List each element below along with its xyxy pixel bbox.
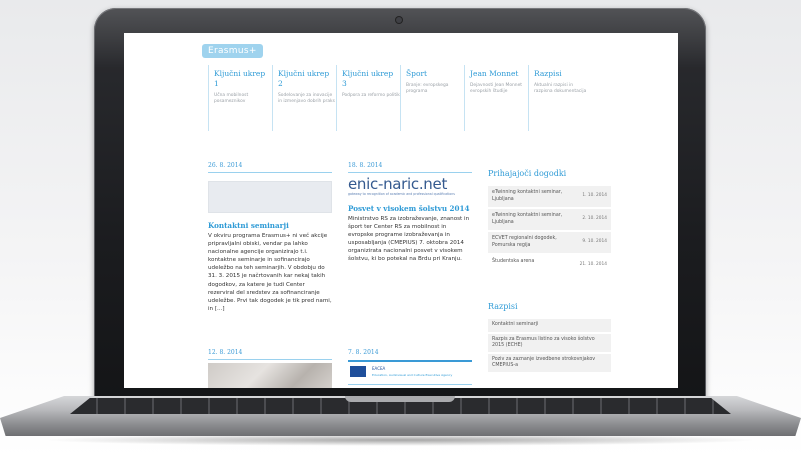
nav-title: Ključni ukrep 1	[214, 69, 266, 88]
nav-title: Ključni ukrep 2	[278, 69, 330, 88]
event-date: 2. 10. 2014	[582, 216, 607, 221]
nav-desc: Učna mobilnost posameznikov	[214, 93, 249, 104]
news-body: Ministrstvo RS za izobraževanje, znanost…	[348, 216, 470, 263]
eacea-sub: Education, Audiovisual and Culture Execu…	[372, 373, 453, 377]
laptop-screen: Erasmus+ Ključni ukrep 1 Učna mobilnost …	[124, 33, 678, 388]
nav-item-kljucni-ukrep-3[interactable]: Ključni ukrep 3 Podpora za reformo polit…	[336, 65, 400, 131]
nav-item-sport[interactable]: Šport Branje: evropskega programa	[400, 65, 464, 131]
news-date: 12. 8. 2014	[208, 349, 243, 356]
nav-desc: Sodelovanje za inovacije in izmenjavo do…	[278, 93, 335, 104]
nav-desc: Podpora za reformo politik	[342, 93, 400, 98]
events-heading: Prihajajoči dogodki	[488, 169, 567, 178]
tender-item[interactable]: Kontaktni seminarji	[488, 319, 611, 332]
nav-title: Jean Monnet	[470, 69, 519, 78]
tender-text: Kontaktni seminarji	[492, 322, 539, 327]
event-item[interactable]: eTwinning kontaktni seminar, Ljubljana 2…	[488, 209, 611, 230]
nav-item-kljucni-ukrep-1[interactable]: Ključni ukrep 1 Učna mobilnost posamezni…	[208, 65, 272, 131]
erasmus-logo[interactable]: Erasmus+	[202, 44, 263, 58]
tender-text: Poziv za zaznanje izvedbene strokovnjako…	[492, 357, 596, 369]
nav-item-jean-monnet[interactable]: Jean Monnet Dejavnosti Jean Monnet evrop…	[464, 65, 528, 131]
event-date: 1. 10. 2014	[582, 193, 607, 198]
camera-icon	[396, 17, 402, 23]
news-image-placeholder[interactable]	[208, 181, 332, 213]
news-date: 26. 8. 2014	[208, 162, 243, 169]
news-photo[interactable]	[208, 363, 332, 388]
tender-text: Razpis za Erasmus listino za visoko šols…	[492, 337, 595, 349]
event-text: eTwinning kontaktni seminar, Ljubljana	[492, 190, 563, 202]
event-item[interactable]: eTwinning kontaktni seminar, Ljubljana 1…	[488, 186, 611, 207]
divider	[348, 172, 472, 173]
news-body: V okviru programa Erasmus+ ni več akcije…	[208, 233, 332, 312]
tenders-heading: Razpisi	[488, 302, 518, 311]
news-column-2-next: 7. 8. 2014 EACEA Education, Audiovisual …	[348, 349, 472, 385]
enic-logo-text: enic-naric.net	[348, 175, 448, 193]
divider	[208, 172, 332, 173]
nav-desc: Branje: evropskega programa	[406, 83, 449, 94]
news-title[interactable]: Posvet v visokem šolstvu 2014	[348, 204, 472, 213]
nav-title: Razpisi	[534, 69, 562, 78]
event-item[interactable]: ECVET regionalni dogodek, Pomurska regij…	[488, 232, 611, 253]
nav-item-kljucni-ukrep-2[interactable]: Ključni ukrep 2 Sodelovanje za inovacije…	[272, 65, 336, 131]
divider	[208, 359, 332, 360]
nav-title: Šport	[406, 69, 428, 78]
nav-desc: Aktualni razpisi in razpisna dokumentaci…	[534, 83, 587, 94]
news-column-2: 18. 8. 2014 enic-naric.net gateway to re…	[348, 162, 472, 264]
enic-naric-logo[interactable]: enic-naric.net gateway to recognition of…	[348, 176, 472, 196]
event-item[interactable]: Študentska arena 21. 10. 2014	[488, 255, 611, 276]
event-date: 9. 10. 2014	[582, 239, 607, 244]
event-text: ECVET regionalni dogodek, Pomurska regij…	[492, 236, 557, 248]
eacea-banner[interactable]: EACEA Education, Audiovisual and Culture…	[348, 360, 472, 385]
tender-item[interactable]: Poziv za zaznanje izvedbene strokovnjako…	[488, 354, 611, 372]
nav-item-razpisi[interactable]: Razpisi Aktualni razpisi in razpisna dok…	[528, 65, 592, 131]
news-date: 18. 8. 2014	[348, 162, 383, 169]
enic-logo-sub: gateway to recognition of academic and p…	[348, 192, 455, 196]
eacea-label: EACEA	[372, 366, 386, 371]
news-title[interactable]: Kontaktni seminarji	[208, 221, 332, 230]
news-date: 7. 8. 2014	[348, 349, 379, 356]
event-date: 21. 10. 2014	[579, 262, 607, 267]
event-text: Študentska arena	[492, 259, 535, 264]
laptop-notch	[345, 396, 455, 402]
news-column-1: 26. 8. 2014 Kontaktni seminarji V okviru…	[208, 162, 332, 313]
eu-flag-icon	[350, 366, 366, 377]
tender-item[interactable]: Razpis za Erasmus listino za visoko šols…	[488, 334, 611, 352]
news-column-1-next: 12. 8. 2014	[208, 349, 332, 388]
sidebar: Prihajajoči dogodki eTwinning kontaktni …	[488, 169, 611, 385]
events-list: eTwinning kontaktni seminar, Ljubljana 1…	[488, 186, 611, 286]
event-text: eTwinning kontaktni seminar, Ljubljana	[492, 213, 563, 225]
nav-title: Ključni ukrep 3	[342, 69, 394, 88]
main-nav: Ključni ukrep 1 Učna mobilnost posamezni…	[208, 65, 608, 131]
tenders-list: Kontaktni seminarji Razpis za Erasmus li…	[488, 319, 611, 385]
nav-desc: Dejavnosti Jean Monnet evropskih študije	[470, 83, 523, 94]
